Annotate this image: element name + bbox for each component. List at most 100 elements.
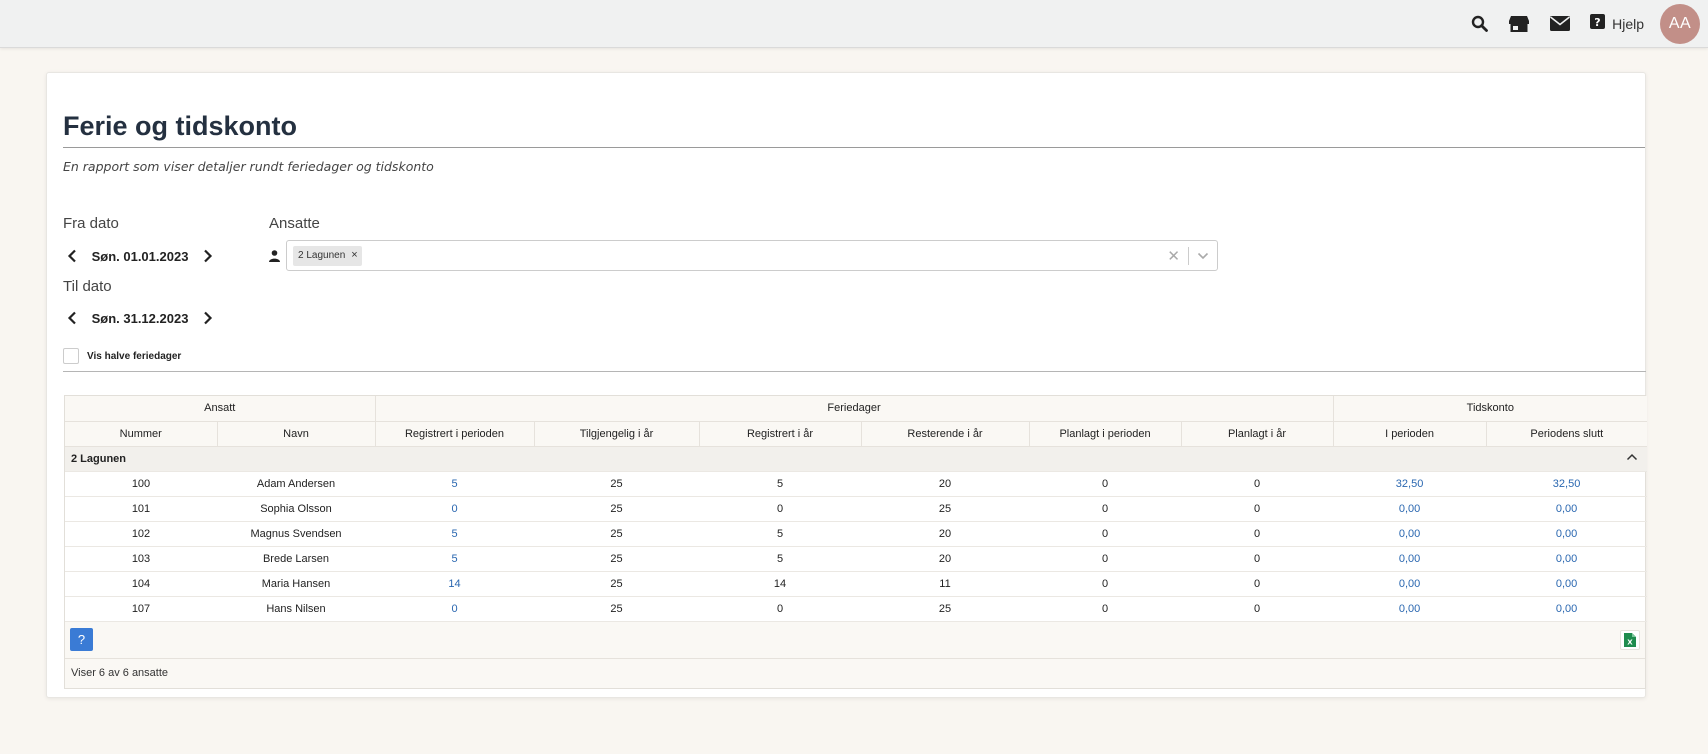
column-header[interactable]: Tilgjengelig i år — [534, 421, 700, 447]
clear-icon[interactable]: ✕ — [1159, 247, 1188, 265]
table-cell[interactable]: 0,00 — [1333, 496, 1487, 522]
table-cell: 0 — [1181, 521, 1334, 547]
table-cell: 0 — [1181, 496, 1334, 522]
mail-icon[interactable] — [1550, 16, 1571, 31]
table-cell[interactable]: 0,00 — [1486, 571, 1648, 597]
search-icon[interactable] — [1471, 15, 1488, 32]
table-cell: 25 — [534, 546, 699, 572]
table-cell[interactable]: 0,00 — [1486, 546, 1648, 572]
from-date-label: Fra dato — [63, 215, 119, 232]
table-cell: Adam Andersen — [217, 471, 375, 497]
table-cell[interactable]: 0,00 — [1486, 496, 1648, 522]
group-row[interactable]: 2 Lagunen — [65, 446, 1648, 472]
table-cell[interactable]: 32,50 — [1486, 471, 1648, 497]
column-header[interactable]: Registrert i år — [699, 421, 862, 447]
help-link[interactable]: ? Hjelp — [1590, 13, 1644, 34]
from-date-next-button[interactable] — [199, 247, 217, 265]
select-actions: ✕ — [1159, 241, 1217, 270]
table-cell: 0 — [1029, 496, 1181, 522]
table-cell: 5 — [699, 546, 861, 572]
table-cell: 104 — [65, 571, 217, 597]
help-label: Hjelp — [1612, 15, 1644, 32]
group-header-ansatt: Ansatt — [65, 396, 376, 422]
table-cell[interactable]: 0,00 — [1333, 546, 1487, 572]
table-cell: Brede Larsen — [217, 546, 375, 572]
table-cell: 11 — [861, 571, 1029, 597]
table-row: 107 Hans Nilsen 0 25 0 25 0 0 0,00 0,00 — [65, 596, 1648, 622]
employee-chip-label: 2 Lagunen — [298, 250, 346, 261]
group-row-cell: 2 Lagunen — [65, 446, 1648, 472]
table-cell[interactable]: 0,00 — [1333, 521, 1487, 547]
table-cell: 103 — [65, 546, 217, 572]
table-cell: 102 — [65, 521, 217, 547]
chevron-up-icon[interactable] — [1626, 453, 1638, 461]
table-cell[interactable]: 0,00 — [1333, 571, 1487, 597]
table-row: 104 Maria Hansen 14 25 14 11 0 0 0,00 0,00 — [65, 571, 1648, 597]
user-avatar[interactable]: AA — [1660, 3, 1700, 44]
table-cell[interactable]: 5 — [375, 546, 534, 572]
table-cell: 0 — [1029, 596, 1181, 622]
table-cell: 0 — [1029, 571, 1181, 597]
store-icon[interactable] — [1508, 15, 1530, 33]
chip-remove-icon[interactable]: × — [351, 250, 357, 261]
table-cell: 20 — [861, 521, 1029, 547]
table-cell: 0 — [1181, 571, 1334, 597]
question-icon: ? — [1590, 13, 1606, 34]
column-header[interactable]: Resterende i år — [861, 421, 1030, 447]
to-date-label: Til dato — [63, 278, 112, 295]
user-icon — [269, 249, 280, 267]
table-cell: 5 — [699, 471, 861, 497]
group-header-feriedager: Feriedager — [375, 396, 1334, 422]
table-cell: 0 — [1181, 471, 1334, 497]
table-cell: 107 — [65, 596, 217, 622]
column-header[interactable]: Planlagt i perioden — [1029, 421, 1182, 447]
column-header[interactable]: Nummer — [65, 421, 218, 447]
table-cell: 25 — [534, 521, 699, 547]
table-cell[interactable]: 14 — [375, 571, 534, 597]
table-cell[interactable]: 0 — [375, 496, 534, 522]
table-cell: 101 — [65, 496, 217, 522]
table-cell: 25 — [534, 471, 699, 497]
table-cell: 100 — [65, 471, 217, 497]
table-cell[interactable]: 0,00 — [1333, 596, 1487, 622]
table-cell: 0 — [1181, 546, 1334, 572]
excel-export-icon[interactable]: X — [1620, 629, 1640, 650]
grid-help-button[interactable]: ? — [70, 628, 93, 651]
to-date-next-button[interactable] — [199, 309, 217, 327]
column-header[interactable]: I perioden — [1333, 421, 1487, 447]
half-days-checkbox[interactable] — [63, 348, 79, 364]
from-date-nav: Søn. 01.01.2023 — [63, 247, 217, 265]
table-cell[interactable]: 5 — [375, 521, 534, 547]
table-cell[interactable]: 0,00 — [1486, 521, 1648, 547]
half-days-label: Vis halve feriedager — [87, 350, 182, 362]
table-cell: Sophia Olsson — [217, 496, 375, 522]
employee-chip: 2 Lagunen × — [293, 245, 362, 266]
from-date-value[interactable]: Søn. 01.01.2023 — [81, 249, 199, 264]
table-cell[interactable]: 0 — [375, 596, 534, 622]
employees-select[interactable]: 2 Lagunen × ✕ — [286, 240, 1218, 271]
from-date-prev-button[interactable] — [63, 247, 81, 265]
table-cell[interactable]: 32,50 — [1333, 471, 1487, 497]
table-row: 101 Sophia Olsson 0 25 0 25 0 0 0,00 0,00 — [65, 496, 1648, 522]
table-cell: 0 — [1029, 521, 1181, 547]
table-cell[interactable]: 0,00 — [1486, 596, 1648, 622]
table-row: 102 Magnus Svendsen 5 25 5 20 0 0 0,00 0,00 — [65, 521, 1648, 547]
to-date-value[interactable]: Søn. 31.12.2023 — [81, 311, 199, 326]
grid-status: Viser 6 av 6 ansatte — [65, 658, 1645, 688]
column-header[interactable]: Registrert i perioden — [375, 421, 535, 447]
svg-text:X: X — [1627, 638, 1633, 646]
group-name: 2 Lagunen — [71, 452, 127, 465]
column-header[interactable]: Periodens slutt — [1486, 421, 1648, 447]
table-cell[interactable]: 5 — [375, 471, 534, 497]
table-cell: 0 — [699, 496, 861, 522]
half-days-option: Vis halve feriedager — [63, 348, 181, 364]
column-header[interactable]: Planlagt i år — [1181, 421, 1334, 447]
page-subtitle: En rapport som viser detaljer rundt feri… — [63, 159, 434, 174]
report-table: Ansatt Feriedager Tidskonto Nummer Navn … — [65, 396, 1648, 622]
page-title: Ferie og tidskonto — [63, 111, 298, 141]
column-header[interactable]: Navn — [217, 421, 376, 447]
table-cell: 5 — [699, 521, 861, 547]
chevron-down-icon[interactable] — [1189, 252, 1217, 260]
to-date-prev-button[interactable] — [63, 309, 81, 327]
table-cell: 25 — [534, 496, 699, 522]
